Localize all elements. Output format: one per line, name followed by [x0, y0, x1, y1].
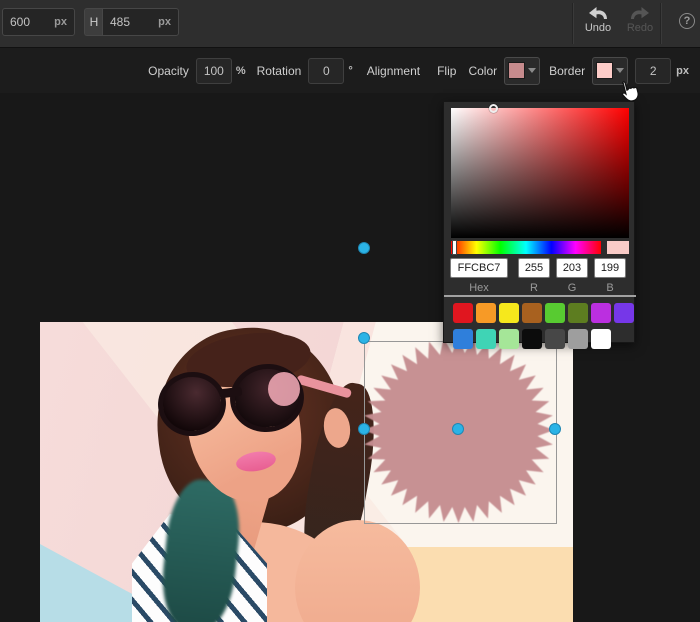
- image-editor: { "topbar": { "width_value": "600", "wid…: [0, 0, 700, 525]
- saturation-gradient[interactable]: [451, 108, 629, 238]
- preset-swatch[interactable]: [545, 329, 565, 349]
- green-input[interactable]: 203: [556, 258, 588, 278]
- preset-swatch[interactable]: [522, 329, 542, 349]
- redo-button[interactable]: Redo: [620, 5, 660, 45]
- height-value: 485: [110, 15, 130, 29]
- preset-swatch[interactable]: [568, 329, 588, 349]
- preset-swatch[interactable]: [568, 303, 588, 323]
- handle-top-left[interactable]: [358, 242, 370, 254]
- border-width-unit: px: [676, 65, 689, 77]
- hex-input[interactable]: FFCBC7: [450, 258, 508, 278]
- preset-swatch[interactable]: [545, 303, 565, 323]
- preset-swatch[interactable]: [614, 303, 634, 323]
- opacity-label: Opacity: [148, 64, 189, 78]
- alignment-button[interactable]: Alignment: [367, 64, 420, 78]
- preset-swatch[interactable]: [591, 329, 611, 349]
- preset-swatch[interactable]: [453, 303, 473, 323]
- border-width-input[interactable]: 2: [635, 58, 671, 84]
- top-bar: 600 px H 485 px Undo Redo ?: [0, 0, 700, 47]
- width-input[interactable]: 600 px: [2, 8, 75, 36]
- handle-middle-left[interactable]: [358, 332, 370, 344]
- hue-slider[interactable]: [451, 241, 601, 254]
- rotation-input[interactable]: 0: [308, 58, 344, 84]
- handle-bottom-left[interactable]: [358, 423, 370, 435]
- preset-swatch[interactable]: [476, 303, 496, 323]
- opacity-input[interactable]: 100: [196, 58, 232, 84]
- undo-label: Undo: [585, 22, 611, 34]
- red-input[interactable]: 255: [518, 258, 550, 278]
- red-label: R: [518, 282, 550, 294]
- divider: [444, 295, 636, 297]
- green-label: G: [556, 282, 588, 294]
- flip-button[interactable]: Flip: [437, 64, 456, 78]
- gradient-cursor[interactable]: [489, 104, 498, 113]
- properties-toolbar: Opacity 100 % Rotation 0 ° Alignment Fli…: [0, 47, 700, 93]
- color-label: Color: [468, 64, 497, 78]
- hex-label: Hex: [450, 282, 508, 294]
- chevron-down-icon: [528, 68, 536, 73]
- height-unit: px: [158, 16, 171, 28]
- preset-swatch[interactable]: [476, 329, 496, 349]
- rotation-label: Rotation: [257, 64, 302, 78]
- height-input[interactable]: 485 px: [102, 8, 179, 36]
- color-preview-swatch: [607, 241, 629, 254]
- opacity-unit: %: [236, 65, 246, 77]
- color-picker-popup: FFCBC7 255 203 199 Hex R G B: [443, 101, 635, 343]
- redo-icon: [629, 5, 651, 21]
- width-value: 600: [10, 15, 30, 29]
- color-swatch: [508, 62, 525, 79]
- handle-bottom-middle[interactable]: [452, 423, 464, 435]
- width-unit: px: [54, 16, 67, 28]
- redo-label: Redo: [627, 22, 653, 34]
- color-dropdown[interactable]: [504, 57, 540, 85]
- border-swatch: [596, 62, 613, 79]
- separator: [572, 3, 573, 44]
- preset-swatch[interactable]: [453, 329, 473, 349]
- preset-swatch[interactable]: [499, 329, 519, 349]
- undo-button[interactable]: Undo: [578, 5, 618, 45]
- help-icon[interactable]: ?: [679, 13, 695, 29]
- photo-lens-reflection: [268, 372, 300, 406]
- border-label: Border: [549, 64, 585, 78]
- height-label: H: [84, 8, 103, 36]
- rotation-unit: °: [348, 65, 352, 77]
- preset-swatch[interactable]: [499, 303, 519, 323]
- separator: [660, 3, 661, 44]
- preset-swatch[interactable]: [522, 303, 542, 323]
- preset-swatch[interactable]: [591, 303, 611, 323]
- undo-icon: [587, 5, 609, 21]
- chevron-down-icon: [616, 68, 624, 73]
- handle-bottom-right[interactable]: [549, 423, 561, 435]
- blue-input[interactable]: 199: [594, 258, 626, 278]
- hue-slider-handle[interactable]: [452, 240, 457, 255]
- blue-label: B: [594, 282, 626, 294]
